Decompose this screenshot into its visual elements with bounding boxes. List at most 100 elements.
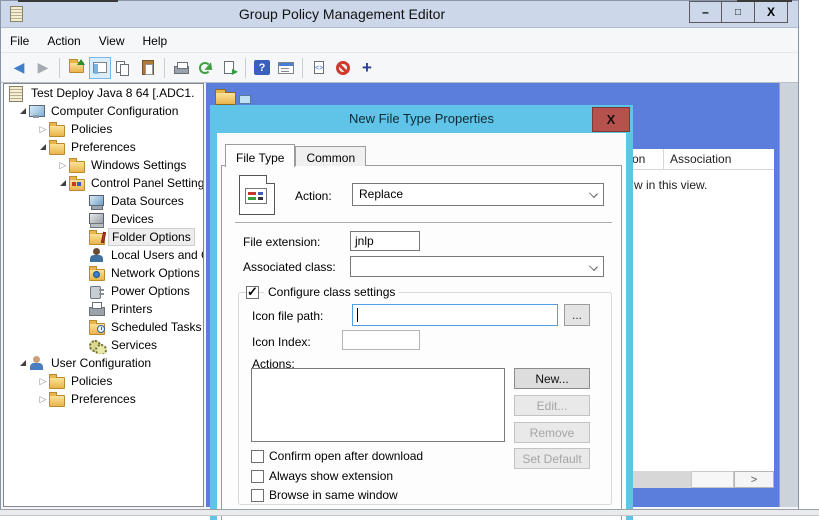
scroll-right-button[interactable]: > — [734, 471, 774, 488]
tree-item-data-sources[interactable]: Data Sources — [4, 192, 203, 210]
tree-item-services[interactable]: Services — [4, 336, 203, 354]
control-panel-folder-icon — [68, 175, 85, 191]
network-options-icon — [88, 265, 105, 281]
confirm-open-checkbox[interactable]: Confirm open after download — [251, 449, 423, 463]
maximize-button[interactable]: □ — [722, 1, 755, 23]
scheduled-tasks-icon — [88, 319, 105, 335]
toolbar: ◀ ▶ ? + — [1, 53, 798, 83]
scrollbar-thumb[interactable] — [691, 471, 734, 488]
empty-list-text: w in this view. — [634, 178, 708, 192]
menu-action[interactable]: Action — [38, 31, 89, 51]
toolbar-separator — [245, 57, 246, 78]
icon-index-label: Icon Index: — [252, 335, 311, 349]
title-bar[interactable]: Group Policy Management Editor – □ X — [1, 1, 798, 28]
tree-item-devices[interactable]: Devices — [4, 210, 203, 228]
column-header-association[interactable]: Association — [664, 149, 774, 169]
folder-icon — [48, 121, 65, 137]
prohibit-icon[interactable] — [332, 57, 354, 79]
menu-help[interactable]: Help — [134, 31, 177, 51]
show-console-tree-icon[interactable] — [89, 56, 111, 79]
dialog-tabs: File Type Common — [225, 143, 367, 167]
export-list-icon[interactable] — [218, 57, 240, 79]
checkbox-checked-icon[interactable] — [246, 284, 259, 300]
tree-item-preferences[interactable]: Preferences — [4, 138, 203, 156]
folder-options-banner-icon — [215, 89, 236, 105]
associated-class-label: Associated class: — [243, 260, 336, 274]
tree-item-root[interactable]: Test Deploy Java 8 64 [.ADC1. — [4, 84, 203, 102]
new-file-type-properties-dialog: New File Type Properties X File Type Com… — [210, 105, 633, 520]
up-one-level-icon[interactable] — [65, 57, 87, 79]
tree-item-control-panel-settings[interactable]: Control Panel Setting — [4, 174, 203, 192]
tree-item-policies[interactable]: ▷ Policies — [4, 120, 203, 138]
tree-item-network-options[interactable]: Network Options — [4, 264, 203, 282]
scrollbar-track[interactable] — [629, 471, 691, 488]
action-combobox[interactable]: Replace — [352, 183, 604, 206]
dialog-title: New File Type Properties — [349, 111, 494, 126]
horizontal-scrollbar[interactable]: > — [629, 471, 774, 488]
power-options-icon — [88, 284, 105, 299]
checkbox-unchecked-icon[interactable] — [251, 488, 264, 502]
close-button[interactable]: X — [755, 1, 788, 23]
show-window-list-icon[interactable] — [275, 57, 297, 79]
tree-item-user-preferences[interactable]: ▷ Preferences — [4, 390, 203, 408]
new-button[interactable]: New... — [514, 368, 590, 389]
file-extension-input[interactable]: jnlp — [350, 231, 420, 251]
tree-item-scheduled-tasks[interactable]: Scheduled Tasks — [4, 318, 203, 336]
tree-item-local-users-and-groups[interactable]: Local Users and G — [4, 246, 203, 264]
gpo-scroll-icon — [8, 85, 25, 102]
always-show-extension-checkbox[interactable]: Always show extension — [251, 469, 393, 483]
configure-class-settings-checkbox[interactable]: Configure class settings — [246, 284, 400, 300]
screen: Group Policy Management Editor – □ X Fil… — [0, 0, 819, 520]
window-title: Group Policy Management Editor — [238, 6, 446, 22]
icon-file-path-input[interactable] — [352, 304, 558, 326]
console-tree: Test Deploy Java 8 64 [.ADC1. Computer C… — [3, 83, 204, 507]
tree-item-folder-options[interactable]: Folder Options — [4, 228, 203, 246]
tab-common[interactable]: Common — [295, 146, 367, 166]
icon-file-path-label: Icon file path: — [252, 309, 324, 323]
tree-item-user-policies[interactable]: ▷ Policies — [4, 372, 203, 390]
icon-index-input[interactable] — [342, 330, 420, 350]
browse-button[interactable]: ... — [564, 304, 590, 326]
dialog-close-button[interactable]: X — [592, 107, 630, 132]
dialog-title-bar[interactable]: New File Type Properties X — [210, 105, 633, 133]
list-header: on Association — [630, 149, 774, 170]
separator-line — [235, 222, 612, 223]
action-label: Action: — [295, 189, 332, 203]
dialog-body: File Type Common Action: Replace File ex… — [217, 133, 626, 520]
menu-view[interactable]: View — [90, 31, 134, 51]
browse-in-same-window-checkbox[interactable]: Browse in same window — [251, 488, 398, 502]
print-icon[interactable] — [170, 57, 192, 79]
text-caret — [357, 308, 358, 322]
menu-bar: File Action View Help — [1, 29, 798, 53]
edit-button[interactable]: Edit... — [514, 395, 590, 416]
folder-icon — [48, 373, 65, 389]
back-icon[interactable]: ◀ — [8, 57, 30, 79]
background-window-sliver — [18, 0, 118, 2]
services-icon — [88, 338, 107, 354]
folder-options-icon — [88, 229, 107, 245]
tree-item-power-options[interactable]: Power Options — [4, 282, 203, 300]
tab-file-type[interactable]: File Type — [225, 144, 296, 167]
menu-file[interactable]: File — [1, 31, 38, 51]
checkbox-unchecked-icon[interactable] — [251, 469, 264, 483]
properties-icon[interactable] — [308, 57, 330, 79]
checkbox-unchecked-icon[interactable] — [251, 449, 264, 463]
tree-item-user-configuration[interactable]: User Configuration — [4, 354, 203, 372]
tree-item-windows-settings[interactable]: ▷ Windows Settings — [4, 156, 203, 174]
copy-icon[interactable] — [113, 57, 135, 79]
remove-button[interactable]: Remove — [514, 422, 590, 443]
associated-class-combobox[interactable] — [350, 256, 604, 277]
actions-listbox[interactable] — [251, 368, 505, 442]
set-default-button[interactable]: Set Default — [514, 448, 590, 469]
tree-item-printers[interactable]: Printers — [4, 300, 203, 318]
add-icon[interactable]: + — [356, 57, 378, 79]
tree-item-computer-configuration[interactable]: Computer Configuration — [4, 102, 203, 120]
minimize-button[interactable]: – — [689, 1, 722, 23]
help-icon[interactable]: ? — [251, 57, 273, 79]
file-extension-label: File extension: — [243, 235, 321, 249]
paste-icon[interactable] — [137, 57, 159, 79]
column-header-action[interactable]: on — [630, 149, 664, 169]
forward-icon[interactable]: ▶ — [32, 57, 54, 79]
refresh-icon[interactable] — [194, 57, 216, 79]
toolbar-separator — [302, 57, 303, 78]
